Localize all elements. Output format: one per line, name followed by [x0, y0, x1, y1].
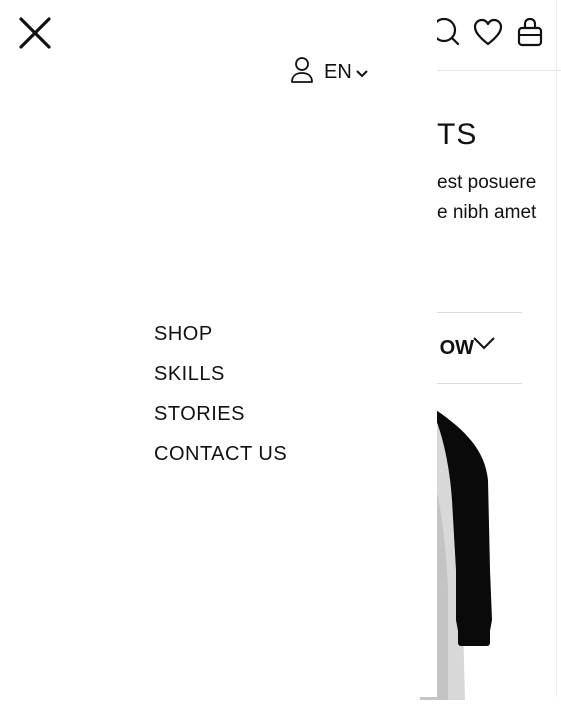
account-language-row: EN: [290, 56, 368, 89]
bag-icon[interactable]: [515, 16, 545, 48]
sort-label: OW: [439, 337, 474, 359]
page-edge-divider: [556, 0, 557, 697]
collection-description-line-1: est posuere: [437, 172, 537, 193]
heart-icon[interactable]: [473, 16, 503, 48]
menu-drawer: EN SHOP SKILLS STORIES CONTACT US: [0, 0, 437, 697]
nav-item-contact-us[interactable]: CONTACT US: [154, 440, 287, 480]
collection-description-line-2: e nibh amet: [437, 202, 537, 223]
main-nav: SHOP SKILLS STORIES CONTACT US: [154, 320, 287, 480]
language-selector[interactable]: EN: [324, 61, 368, 84]
language-label: EN: [324, 61, 352, 83]
nav-item-stories[interactable]: STORIES: [154, 400, 287, 440]
collection-title: TS: [437, 118, 478, 151]
collection-description: est posuere e nibh amet: [437, 168, 557, 228]
chevron-down-icon: [472, 335, 496, 356]
nav-item-skills[interactable]: SKILLS: [154, 360, 287, 400]
header-icons: [431, 16, 545, 48]
chevron-down-icon: [356, 61, 368, 84]
close-icon[interactable]: [17, 15, 53, 51]
nav-item-shop[interactable]: SHOP: [154, 320, 287, 360]
user-icon[interactable]: [290, 56, 314, 89]
